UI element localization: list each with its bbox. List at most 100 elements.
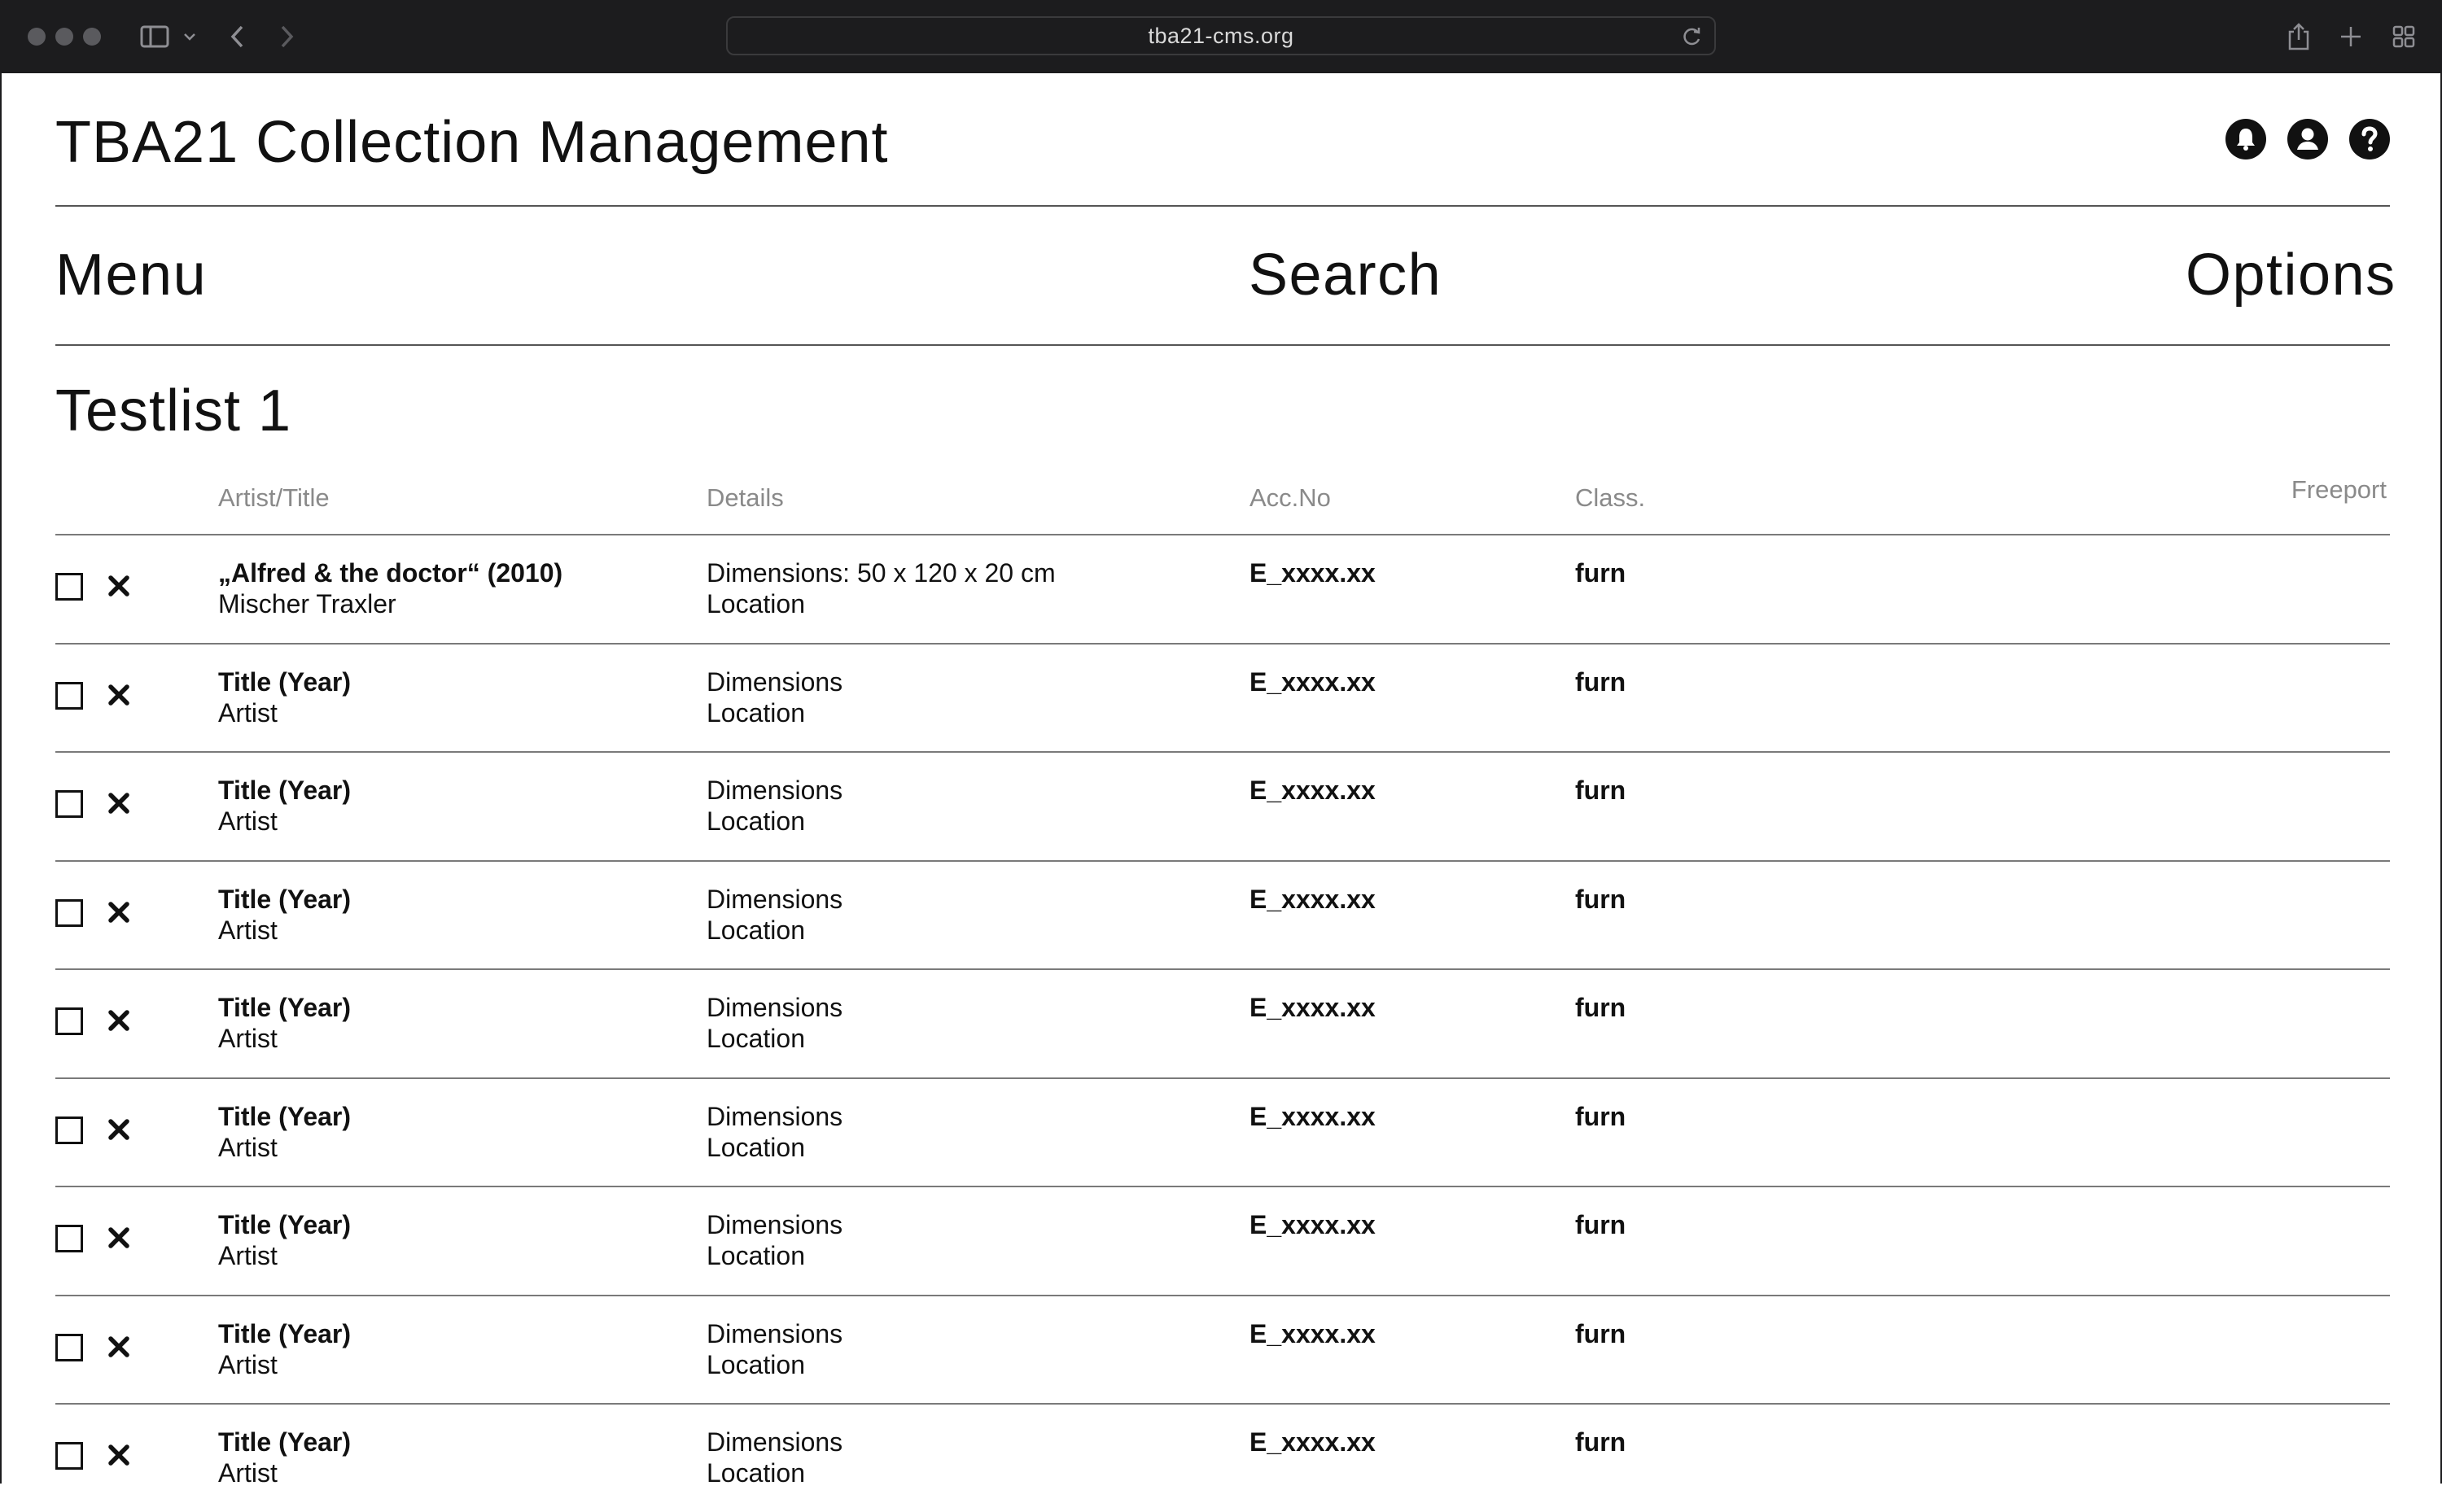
artist-title-cell: Title (Year) Artist xyxy=(218,884,351,946)
table-row[interactable]: Title (Year) Artist Dimensions Location E_xx… xyxy=(55,1186,2390,1295)
menu-link[interactable]: Menu xyxy=(55,242,207,308)
artwork-title[interactable]: Title (Year) xyxy=(218,992,351,1023)
table-row[interactable]: Title (Year) Artist Dimensions Location E_xx… xyxy=(55,1077,2390,1186)
search-link[interactable]: Search xyxy=(1249,242,1442,308)
details-cell: Dimensions Location xyxy=(707,992,842,1054)
acc-no-text: E_xxxx.xx xyxy=(1249,884,1376,914)
share-icon[interactable] xyxy=(2282,20,2315,53)
options-link[interactable]: Options xyxy=(2186,242,2396,308)
forward-arrow-icon[interactable] xyxy=(270,20,303,53)
column-header-details[interactable]: Details xyxy=(707,483,784,513)
table-row[interactable]: Title (Year) Artist Dimensions Location E_xx… xyxy=(55,642,2390,752)
app-title: TBA21 Collection Management xyxy=(55,110,889,175)
remove-icon[interactable] xyxy=(104,1006,133,1035)
details-cell: Dimensions Location xyxy=(707,1318,842,1380)
remove-icon[interactable] xyxy=(104,1223,133,1252)
table-row[interactable]: Title (Year) Artist Dimensions Location E_xx… xyxy=(55,751,2390,860)
artwork-title[interactable]: Title (Year) xyxy=(218,1209,351,1240)
artwork-title[interactable]: Title (Year) xyxy=(218,884,351,915)
acc-no-text: E_xxxx.xx xyxy=(1249,1318,1376,1348)
artist-title-cell: Title (Year) Artist xyxy=(218,1427,351,1488)
table-row[interactable]: Title (Year) Artist Dimensions Location E_xx… xyxy=(55,1403,2390,1512)
table-row[interactable]: „Alfred & the doctor“ (2010) Mischer Trax… xyxy=(55,534,2390,643)
dimensions-text: Dimensions xyxy=(707,884,843,914)
artist-title-cell: Title (Year) Artist xyxy=(218,775,351,837)
row-checkbox[interactable] xyxy=(55,898,83,927)
row-checkbox[interactable] xyxy=(55,573,83,601)
zoom-window-button[interactable] xyxy=(83,28,101,46)
acc-no-cell: E_xxxx.xx xyxy=(1249,1209,1376,1240)
remove-icon[interactable] xyxy=(104,1115,133,1144)
artist-title-cell: Title (Year) Artist xyxy=(218,1318,351,1380)
class-cell: furn xyxy=(1575,884,1626,915)
artwork-title[interactable]: Title (Year) xyxy=(218,775,351,806)
row-checkbox[interactable] xyxy=(55,790,83,818)
close-window-button[interactable] xyxy=(28,28,46,46)
row-checkbox[interactable] xyxy=(55,1333,83,1361)
row-checkbox[interactable] xyxy=(55,1225,83,1252)
acc-no-cell: E_xxxx.xx xyxy=(1249,1101,1376,1132)
artist-title-cell: „Alfred & the doctor“ (2010) Mischer Trax… xyxy=(218,557,562,619)
artwork-title[interactable]: Title (Year) xyxy=(218,1427,351,1457)
class-cell: furn xyxy=(1575,1101,1626,1132)
help-icon[interactable] xyxy=(2349,119,2390,160)
artwork-title[interactable]: Title (Year) xyxy=(218,666,351,697)
artist-name: Artist xyxy=(218,1241,278,1270)
remove-icon[interactable] xyxy=(104,789,133,818)
artist-name: Artist xyxy=(218,1349,278,1379)
class-text: furn xyxy=(1575,776,1626,805)
dimensions-text: Dimensions xyxy=(707,1318,843,1348)
location-text: Location xyxy=(707,806,805,836)
row-checkbox[interactable] xyxy=(55,681,83,710)
sidebar-toggle-icon[interactable] xyxy=(135,20,174,53)
column-header-class[interactable]: Class. xyxy=(1575,483,1645,513)
minimize-window-button[interactable] xyxy=(55,28,73,46)
remove-icon[interactable] xyxy=(104,680,133,710)
artwork-title[interactable]: Title (Year) xyxy=(218,1101,351,1132)
new-tab-icon[interactable] xyxy=(2335,20,2367,53)
url-text: tba21-cms.org xyxy=(1148,23,1294,48)
tab-overview-icon[interactable] xyxy=(2387,20,2420,53)
row-checkbox[interactable] xyxy=(55,1007,83,1035)
table-row[interactable]: Title (Year) Artist Dimensions Location E_xx… xyxy=(55,859,2390,969)
remove-icon[interactable] xyxy=(104,898,133,927)
class-cell: furn xyxy=(1575,1427,1626,1457)
details-cell: Dimensions Location xyxy=(707,775,842,837)
remove-icon[interactable] xyxy=(104,1440,133,1470)
column-header-artist-title[interactable]: Artist/Title xyxy=(218,483,330,513)
remove-icon[interactable] xyxy=(104,571,133,601)
back-arrow-icon[interactable] xyxy=(221,20,254,53)
details-cell: Dimensions: 50 x 120 x 20 cm Location xyxy=(707,557,1056,619)
artwork-title[interactable]: Title (Year) xyxy=(218,1318,351,1349)
class-cell: furn xyxy=(1575,775,1626,806)
bell-icon[interactable] xyxy=(2225,119,2266,160)
table-row[interactable]: Title (Year) Artist Dimensions Location E_xx… xyxy=(55,968,2390,1077)
acc-no-cell: E_xxxx.xx xyxy=(1249,992,1376,1023)
acc-no-text: E_xxxx.xx xyxy=(1249,993,1376,1022)
acc-no-text: E_xxxx.xx xyxy=(1249,558,1376,588)
row-checkbox[interactable] xyxy=(55,1442,83,1470)
class-text: furn xyxy=(1575,666,1626,697)
remove-icon[interactable] xyxy=(104,1332,133,1361)
browser-toolbar: tba21-cms.org xyxy=(0,0,2442,73)
artist-title-cell: Title (Year) Artist xyxy=(218,666,351,728)
column-header-acc-no[interactable]: Acc.No xyxy=(1249,483,1331,513)
dimensions-text: Dimensions xyxy=(707,1101,843,1131)
row-checkbox[interactable] xyxy=(55,1116,83,1144)
dimensions-text: Dimensions xyxy=(707,1427,843,1457)
table-row[interactable]: Title (Year) Artist Dimensions Location E_xx… xyxy=(55,1294,2390,1404)
chevron-down-icon[interactable] xyxy=(177,20,202,53)
column-header-freeport[interactable]: Freeport xyxy=(2291,475,2387,505)
location-text: Location xyxy=(707,1458,805,1488)
class-text: furn xyxy=(1575,558,1626,588)
class-text: furn xyxy=(1575,993,1626,1022)
artist-name: Artist xyxy=(218,1132,278,1162)
header-divider xyxy=(55,205,2390,207)
artwork-title[interactable]: „Alfred & the doctor“ (2010) xyxy=(218,557,562,588)
account-icon[interactable] xyxy=(2287,119,2328,160)
class-text: furn xyxy=(1575,1210,1626,1239)
acc-no-cell: E_xxxx.xx xyxy=(1249,1427,1376,1457)
address-bar[interactable]: tba21-cms.org xyxy=(726,16,1716,55)
location-text: Location xyxy=(707,1132,805,1162)
reload-icon[interactable] xyxy=(1682,26,1703,47)
